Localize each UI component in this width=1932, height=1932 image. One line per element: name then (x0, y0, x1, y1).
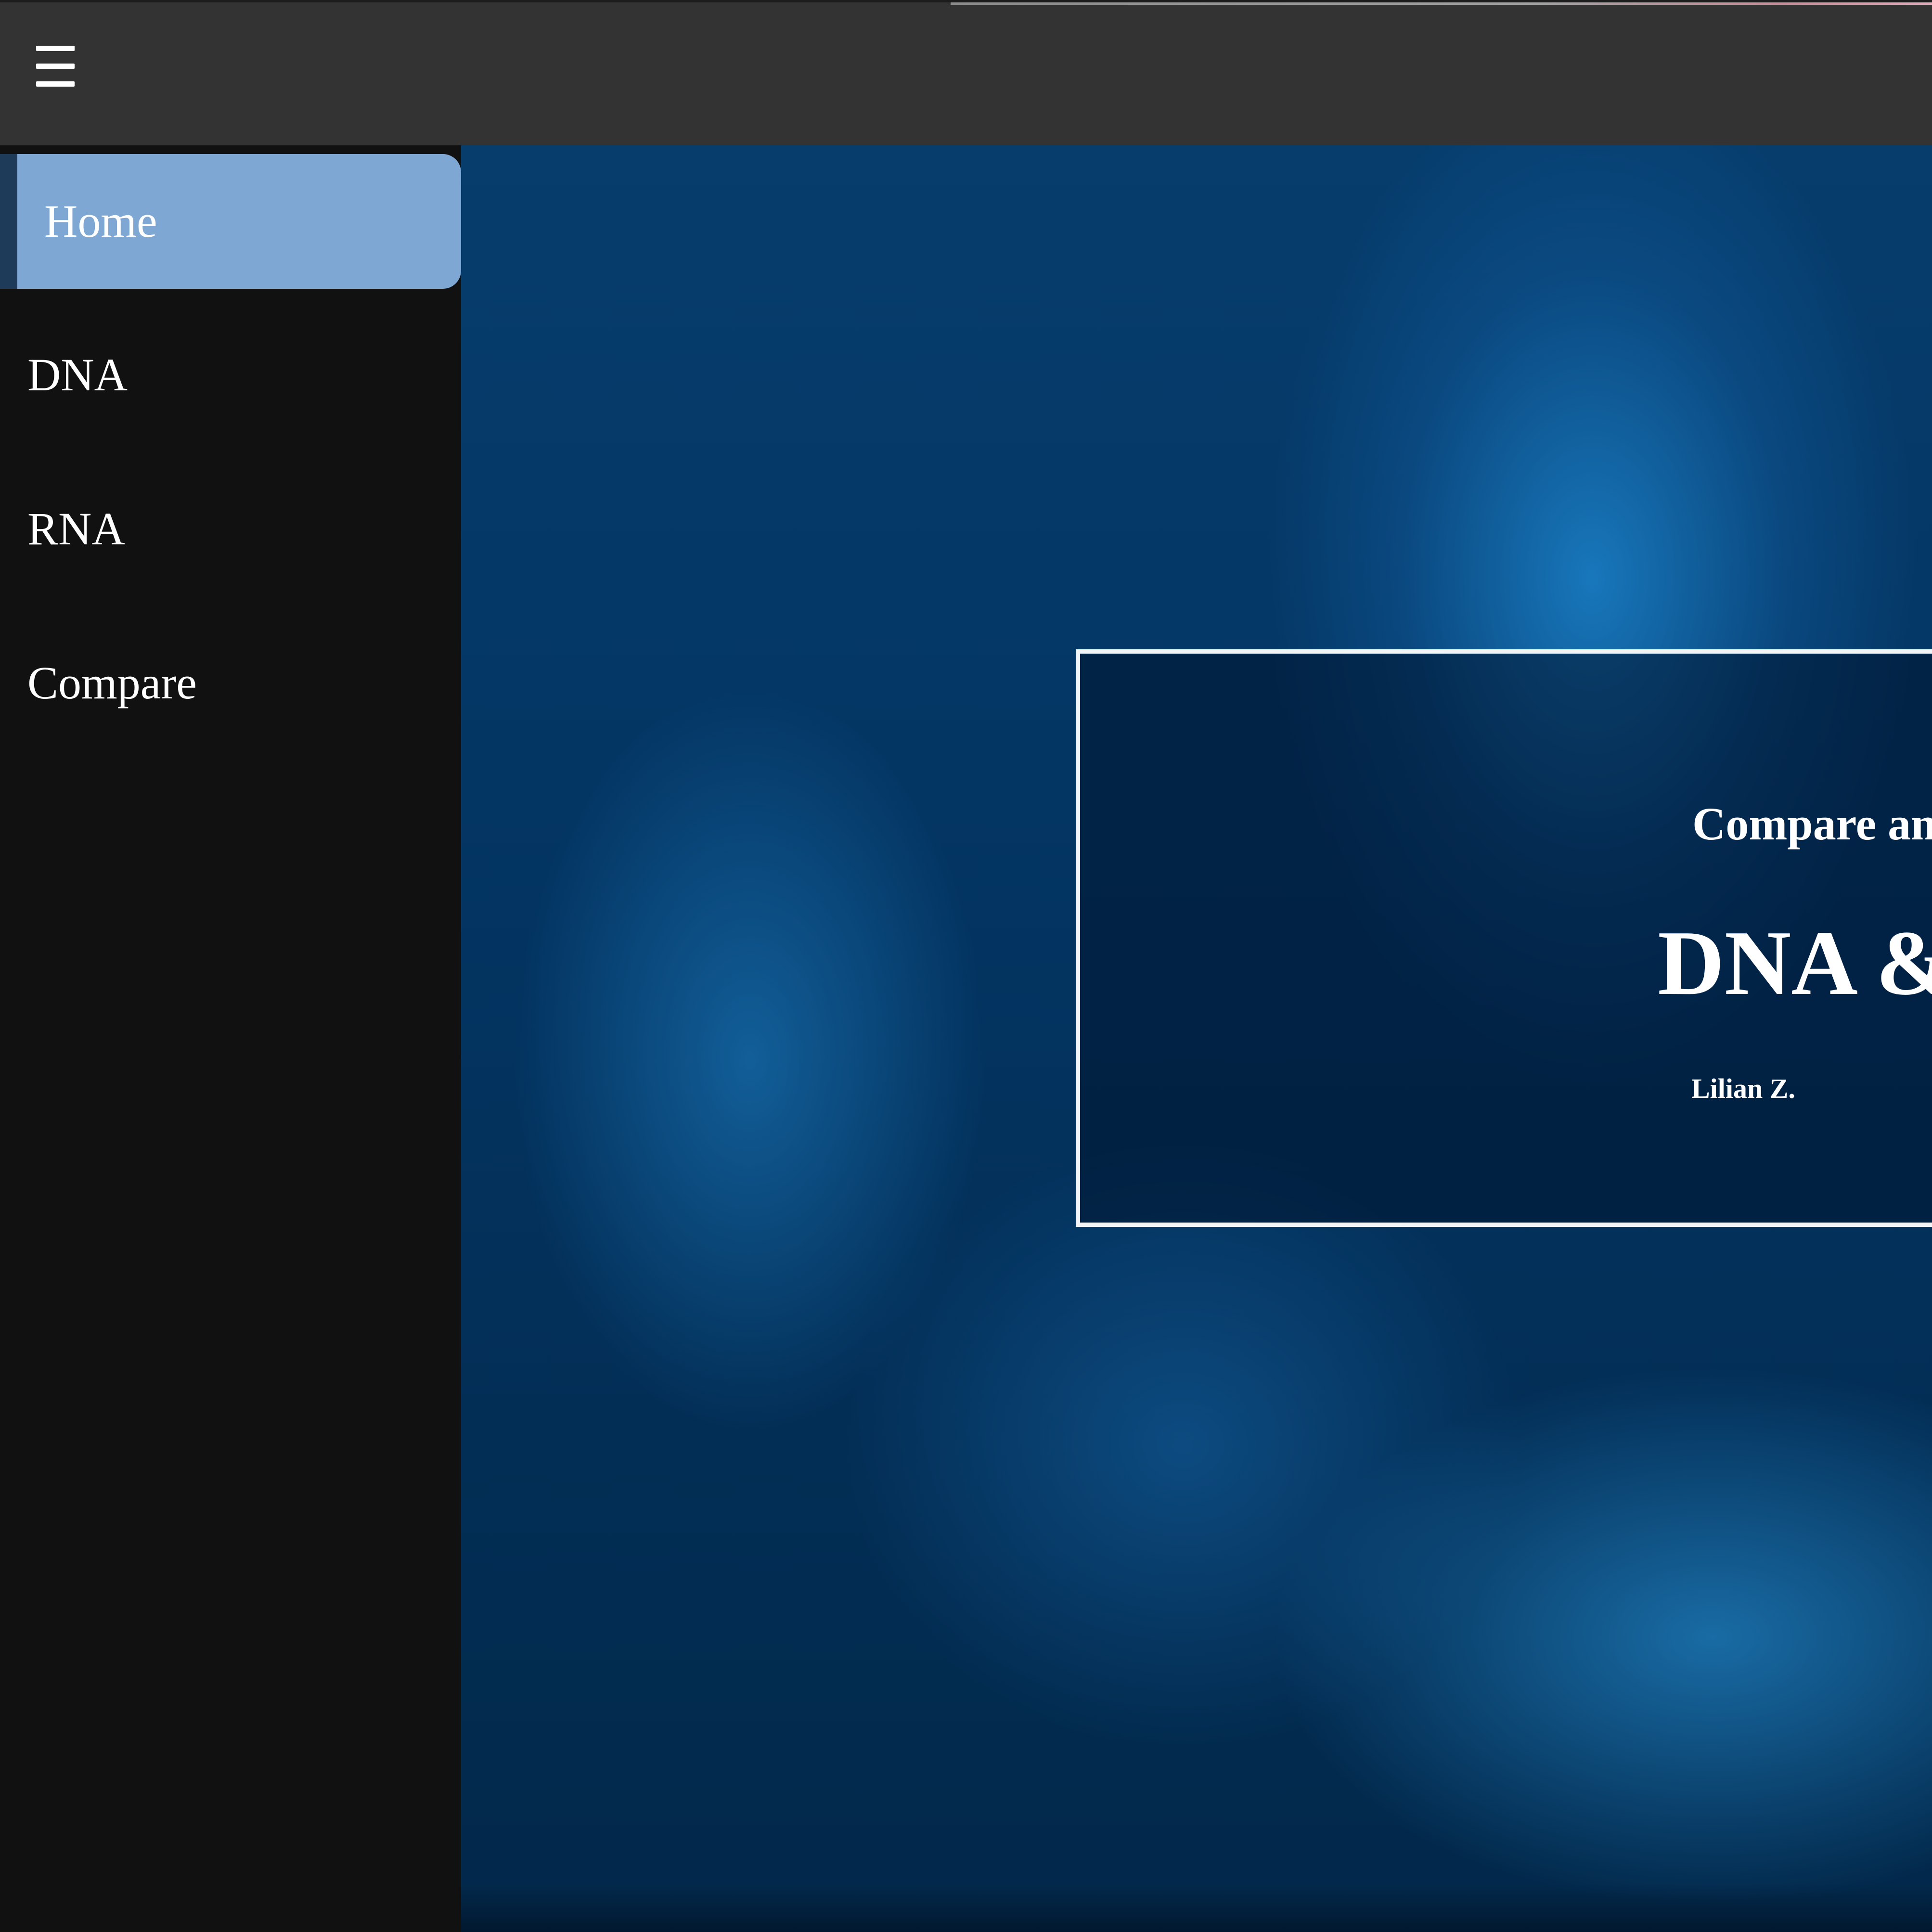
menu-icon-line (36, 64, 75, 69)
hero-bottom-shade (461, 1884, 1932, 1932)
hero-title-box: Compare and Contra DNA & RN Lilian Z. (1076, 649, 1932, 1227)
sidebar-item-home[interactable]: Home (17, 154, 461, 289)
menu-icon-line (36, 46, 75, 51)
sidebar-item-rna[interactable]: RNA (0, 462, 461, 596)
sidebar-item-dna[interactable]: DNA (0, 308, 461, 442)
hero-subtitle: Compare and Contra (1692, 798, 1932, 850)
sidebar-item-compare[interactable]: Compare (0, 616, 461, 750)
menu-icon-line (36, 81, 75, 87)
hero-section: Compare and Contra DNA & RN Lilian Z. (461, 145, 1932, 1932)
hero-author: Lilian Z. (1691, 1073, 1795, 1104)
active-item-edge (0, 154, 17, 289)
top-bar-accent-stripe (951, 2, 1932, 5)
hero-title: DNA & RN (1658, 912, 1932, 1014)
sidebar: Home DNA RNA Compare (0, 145, 461, 1932)
top-bar (0, 0, 1932, 145)
hamburger-menu-icon[interactable] (36, 42, 75, 90)
